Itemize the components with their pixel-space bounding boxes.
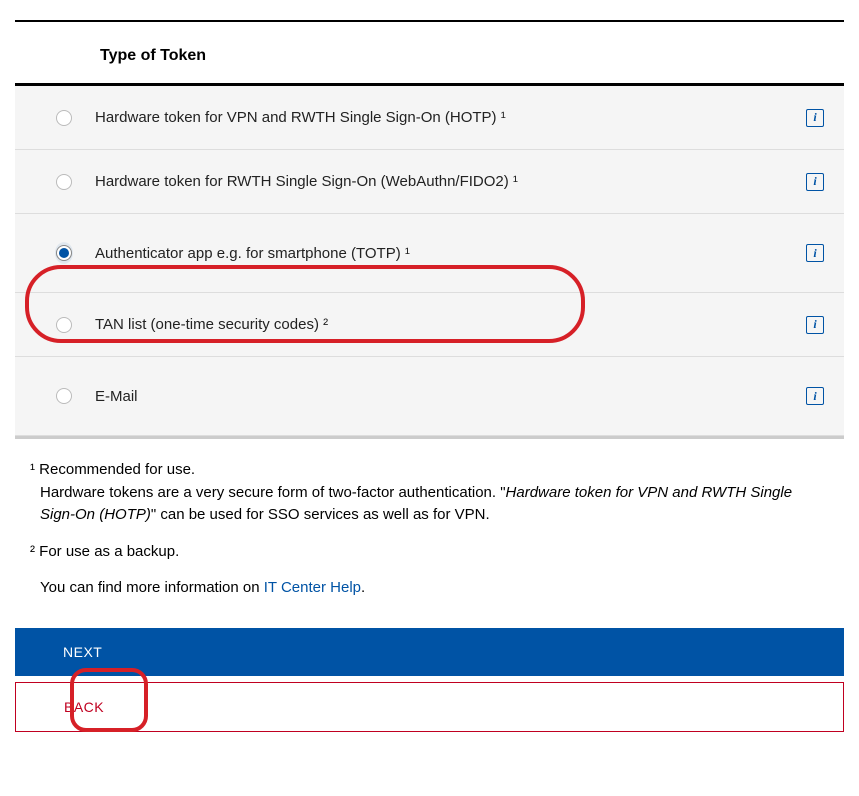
radio-unchecked-icon [56, 110, 72, 126]
radio-unchecked-icon [56, 388, 72, 404]
radio-totp[interactable] [55, 244, 73, 262]
footnote-1-body-post: " can be used for SSO services as well a… [151, 506, 490, 523]
info-icon[interactable]: i [806, 109, 824, 127]
option-label: Authenticator app e.g. for smartphone (T… [95, 245, 806, 262]
footnote-1-marker: ¹ [30, 461, 39, 478]
more-info: You can find more information on IT Cent… [30, 577, 829, 600]
radio-hotp[interactable] [55, 109, 73, 127]
radio-email[interactable] [55, 387, 73, 405]
option-label: Hardware token for VPN and RWTH Single S… [95, 109, 806, 126]
it-center-help-link[interactable]: IT Center Help [264, 579, 361, 596]
footnote-2-marker: ² [30, 543, 39, 560]
back-button[interactable]: BACK [15, 682, 844, 732]
option-label: Hardware token for RWTH Single Sign-On (… [95, 173, 806, 190]
radio-unchecked-icon [56, 174, 72, 190]
option-row-fido2[interactable]: Hardware token for RWTH Single Sign-On (… [15, 150, 844, 214]
info-icon[interactable]: i [806, 316, 824, 334]
radio-tan[interactable] [55, 316, 73, 334]
option-label: E-Mail [95, 388, 806, 405]
footnote-2-text: For use as a backup. [39, 543, 179, 560]
section-header: Type of Token [15, 47, 844, 83]
option-row-totp[interactable]: Authenticator app e.g. for smartphone (T… [15, 214, 844, 293]
radio-fido2[interactable] [55, 173, 73, 191]
footnote-1-heading: Recommended for use. [39, 461, 195, 478]
next-button[interactable]: NEXT [15, 628, 844, 676]
option-row-tan[interactable]: TAN list (one-time security codes) ² i [15, 293, 844, 357]
footnote-1-body: Hardware tokens are a very secure form o… [30, 482, 829, 527]
option-row-hotp[interactable]: Hardware token for VPN and RWTH Single S… [15, 86, 844, 150]
footnote-1: ¹ Recommended for use. Hardware tokens a… [30, 459, 829, 527]
more-info-pre: You can find more information on [40, 579, 264, 596]
footnotes: ¹ Recommended for use. Hardware tokens a… [15, 459, 844, 600]
radio-checked-icon [55, 242, 73, 264]
option-row-email[interactable]: E-Mail i [15, 357, 844, 436]
option-label: TAN list (one-time security codes) ² [95, 316, 806, 333]
more-info-post: . [361, 579, 365, 596]
footnote-2: ² For use as a backup. [30, 541, 829, 564]
info-icon[interactable]: i [806, 173, 824, 191]
top-divider [15, 20, 844, 22]
info-icon[interactable]: i [806, 387, 824, 405]
info-icon[interactable]: i [806, 244, 824, 262]
options-end-divider [15, 436, 844, 439]
radio-unchecked-icon [56, 317, 72, 333]
footnote-1-body-pre: Hardware tokens are a very secure form o… [40, 484, 506, 501]
